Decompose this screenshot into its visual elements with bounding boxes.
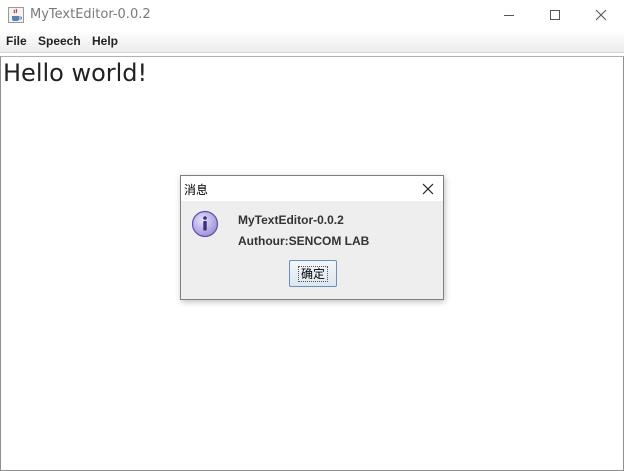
message-dialog: 消息 MyTextEditor-0.0.2 Authour:SENCOM LAB…	[180, 175, 444, 300]
close-window-button[interactable]	[578, 0, 624, 30]
ok-button-label: 确定	[297, 265, 328, 282]
dialog-message-line1: MyTextEditor-0.0.2	[238, 213, 344, 227]
menu-file[interactable]: File	[6, 34, 27, 48]
info-icon	[191, 210, 219, 238]
maximize-icon	[550, 10, 560, 20]
window-titlebar[interactable]: MyTextEditor-0.0.2	[0, 0, 624, 30]
dialog-message-line2: Authour:SENCOM LAB	[238, 234, 370, 248]
window-title: MyTextEditor-0.0.2	[30, 7, 151, 22]
minimize-button[interactable]	[486, 0, 532, 30]
java-cup-icon	[8, 7, 24, 23]
dialog-title: 消息	[184, 183, 209, 197]
menu-speech[interactable]: Speech	[38, 34, 81, 48]
close-icon	[422, 183, 434, 195]
ok-button[interactable]: 确定	[289, 260, 337, 287]
editor-content: Hello world!	[3, 59, 148, 87]
minimize-icon	[504, 15, 514, 16]
dialog-close-button[interactable]	[417, 178, 439, 200]
menu-bar: File Speech Help	[0, 30, 624, 53]
menu-help[interactable]: Help	[92, 34, 118, 48]
maximize-button[interactable]	[532, 0, 578, 30]
dialog-titlebar[interactable]: 消息	[181, 176, 443, 201]
close-icon	[595, 9, 607, 21]
